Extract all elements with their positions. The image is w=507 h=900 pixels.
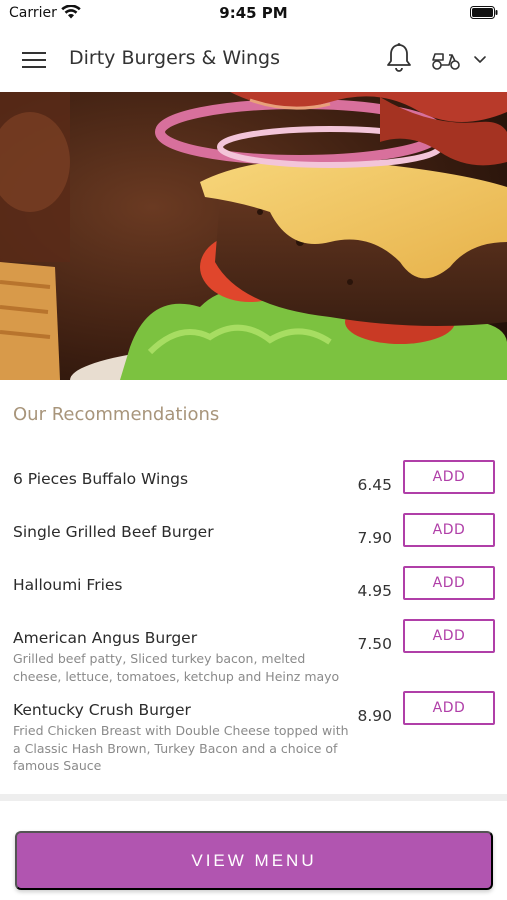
menu-icon[interactable]	[22, 50, 48, 70]
app-header: Dirty Burgers & Wings	[0, 28, 507, 92]
add-button[interactable]: ADD	[403, 691, 495, 725]
item-name: Kentucky Crush Burger	[13, 701, 191, 719]
item-name: 6 Pieces Buffalo Wings	[13, 470, 189, 488]
add-button[interactable]: ADD	[403, 513, 495, 547]
add-button[interactable]: ADD	[403, 566, 495, 600]
add-button[interactable]: ADD	[403, 619, 495, 653]
status-time: 9:45 PM	[219, 4, 288, 22]
item-price: 7.50	[357, 635, 392, 653]
item-price: 6.45	[357, 476, 392, 494]
bell-icon[interactable]	[385, 42, 413, 74]
hero-burger-image	[0, 92, 507, 380]
item-description: Grilled beef patty, Sliced turkey bacon,…	[13, 651, 340, 684]
scooter-icon[interactable]	[430, 46, 462, 72]
view-menu-button[interactable]: VIEW MENU	[15, 831, 493, 890]
restaurant-title: Dirty Burgers & Wings	[69, 47, 281, 69]
item-description: Fried Chicken Breast with Double Cheese …	[13, 723, 349, 773]
battery-icon	[470, 6, 498, 19]
item-name: Single Grilled Beef Burger	[13, 523, 214, 541]
chevron-down-icon[interactable]	[472, 52, 488, 66]
item-price: 8.90	[357, 707, 392, 725]
item-price: 4.95	[357, 582, 392, 600]
recommendations-title: Our Recommendations	[13, 404, 220, 425]
burger-illustration	[0, 92, 507, 380]
status-bar: Carrier 9:45 PM	[0, 0, 507, 28]
item-name: Halloumi Fries	[13, 576, 123, 594]
item-price: 7.90	[357, 529, 392, 547]
add-button[interactable]: ADD	[403, 460, 495, 494]
section-divider	[0, 794, 507, 801]
item-name: American Angus Burger	[13, 629, 198, 647]
